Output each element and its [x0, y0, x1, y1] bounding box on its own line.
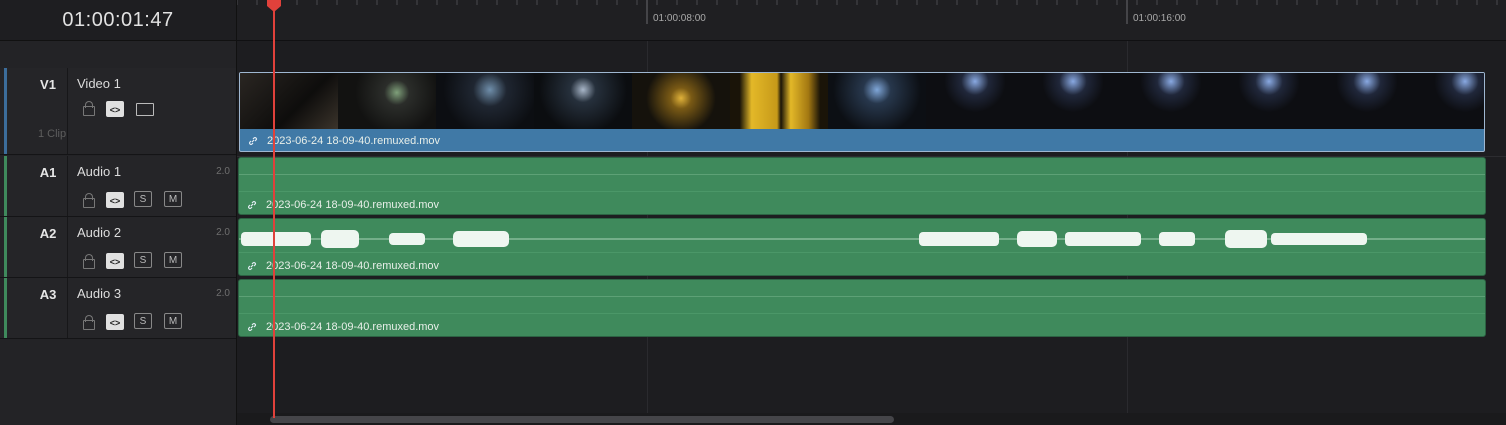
thumbnail: [926, 73, 1024, 129]
thumbnail: [1318, 73, 1416, 129]
track-color-bar: [4, 68, 7, 154]
volume-line: [239, 252, 1485, 253]
lock-icon[interactable]: [83, 315, 95, 330]
link-icon: [248, 323, 256, 331]
divider: [67, 156, 68, 216]
channel-format: 2.0: [216, 288, 230, 299]
track-color-bar: [4, 217, 7, 277]
solo-button[interactable]: S: [134, 252, 152, 268]
mute-button[interactable]: M: [164, 252, 182, 268]
volume-line: [239, 191, 1485, 192]
track-header-a3[interactable]: A3 Audio 3 2.0 <> S M: [0, 278, 236, 339]
mute-button[interactable]: M: [164, 313, 182, 329]
thumbnail: [1220, 73, 1318, 129]
thumbnail: [338, 73, 436, 129]
thumbnail: [534, 73, 632, 129]
clip-count: 1 Clip: [38, 128, 67, 140]
mute-button[interactable]: M: [164, 191, 182, 207]
ruler-ticks: [237, 0, 1498, 24]
thumbnail: [1416, 73, 1484, 129]
track-header-v1[interactable]: V1 Video 1 <> 1 Clip: [0, 68, 236, 155]
audio-clip-a2[interactable]: 2023-06-24 18-09-40.remuxed.mov: [238, 218, 1486, 276]
track-color-bar: [4, 278, 7, 338]
thumbnail: [436, 73, 534, 129]
playhead-handle-icon[interactable]: [267, 0, 281, 12]
auto-select-icon[interactable]: <>: [106, 192, 124, 208]
audio-clip-a3[interactable]: 2023-06-24 18-09-40.remuxed.mov: [238, 279, 1486, 337]
horizontal-scrollbar-thumb[interactable]: [270, 416, 894, 423]
video-clip[interactable]: 2023-06-24 18-09-40.remuxed.mov: [239, 72, 1485, 152]
thumbnail: [828, 73, 926, 129]
link-icon: [248, 201, 256, 209]
thumbnail: [1024, 73, 1122, 129]
solo-button[interactable]: S: [134, 191, 152, 207]
waveform: [239, 230, 1485, 248]
clip-name: 2023-06-24 18-09-40.remuxed.mov: [266, 321, 440, 333]
ruler-tick-label: 01:00:08:00: [653, 13, 706, 24]
auto-select-icon[interactable]: <>: [106, 101, 124, 117]
channel-format: 2.0: [216, 227, 230, 238]
playhead-line[interactable]: [273, 6, 275, 418]
divider: [67, 278, 68, 338]
lock-icon[interactable]: [83, 101, 95, 116]
thumbnail: [240, 73, 338, 129]
divider: [67, 217, 68, 277]
waveform-baseline: [239, 296, 1485, 297]
track-name-a3[interactable]: Audio 3: [77, 286, 121, 301]
lock-icon[interactable]: [83, 193, 95, 208]
link-icon: [249, 137, 257, 145]
auto-select-icon[interactable]: <>: [106, 314, 124, 330]
track-id-a2: A2: [39, 226, 57, 241]
track-name-a2[interactable]: Audio 2: [77, 225, 121, 240]
track-header-a1[interactable]: A1 Audio 1 2.0 <> S M: [0, 156, 236, 217]
auto-select-icon[interactable]: <>: [106, 253, 124, 269]
video-enable-icon[interactable]: [136, 103, 154, 116]
track-header-a2[interactable]: A2 Audio 2 2.0 <> S M: [0, 217, 236, 278]
audio-clip-a1[interactable]: 2023-06-24 18-09-40.remuxed.mov: [238, 157, 1486, 215]
timecode-display[interactable]: 01:00:01:47: [0, 0, 236, 41]
lock-icon[interactable]: [83, 254, 95, 269]
clip-name: 2023-06-24 18-09-40.remuxed.mov: [266, 260, 440, 272]
divider: [67, 68, 68, 154]
clip-name: 2023-06-24 18-09-40.remuxed.mov: [266, 199, 440, 211]
solo-button[interactable]: S: [134, 313, 152, 329]
channel-format: 2.0: [216, 166, 230, 177]
clip-name: 2023-06-24 18-09-40.remuxed.mov: [267, 135, 441, 147]
track-name-v1[interactable]: Video 1: [77, 76, 121, 91]
track-id-v1: V1: [40, 77, 56, 92]
track-color-bar: [4, 156, 7, 216]
clip-thumbnails: [240, 73, 1484, 129]
track-name-a1[interactable]: Audio 1: [77, 164, 121, 179]
waveform-baseline: [239, 174, 1485, 175]
thumbnail: [1122, 73, 1220, 129]
timeline-ruler[interactable]: 01:00:08:00 01:00:16:00: [237, 0, 1506, 41]
track-id-a3: A3: [39, 287, 57, 302]
track-id-a1: A1: [39, 165, 57, 180]
volume-line: [239, 313, 1485, 314]
thumbnail: [632, 73, 730, 129]
ruler-tick-label: 01:00:16:00: [1133, 13, 1186, 24]
thumbnail: [730, 73, 828, 129]
link-icon: [248, 262, 256, 270]
